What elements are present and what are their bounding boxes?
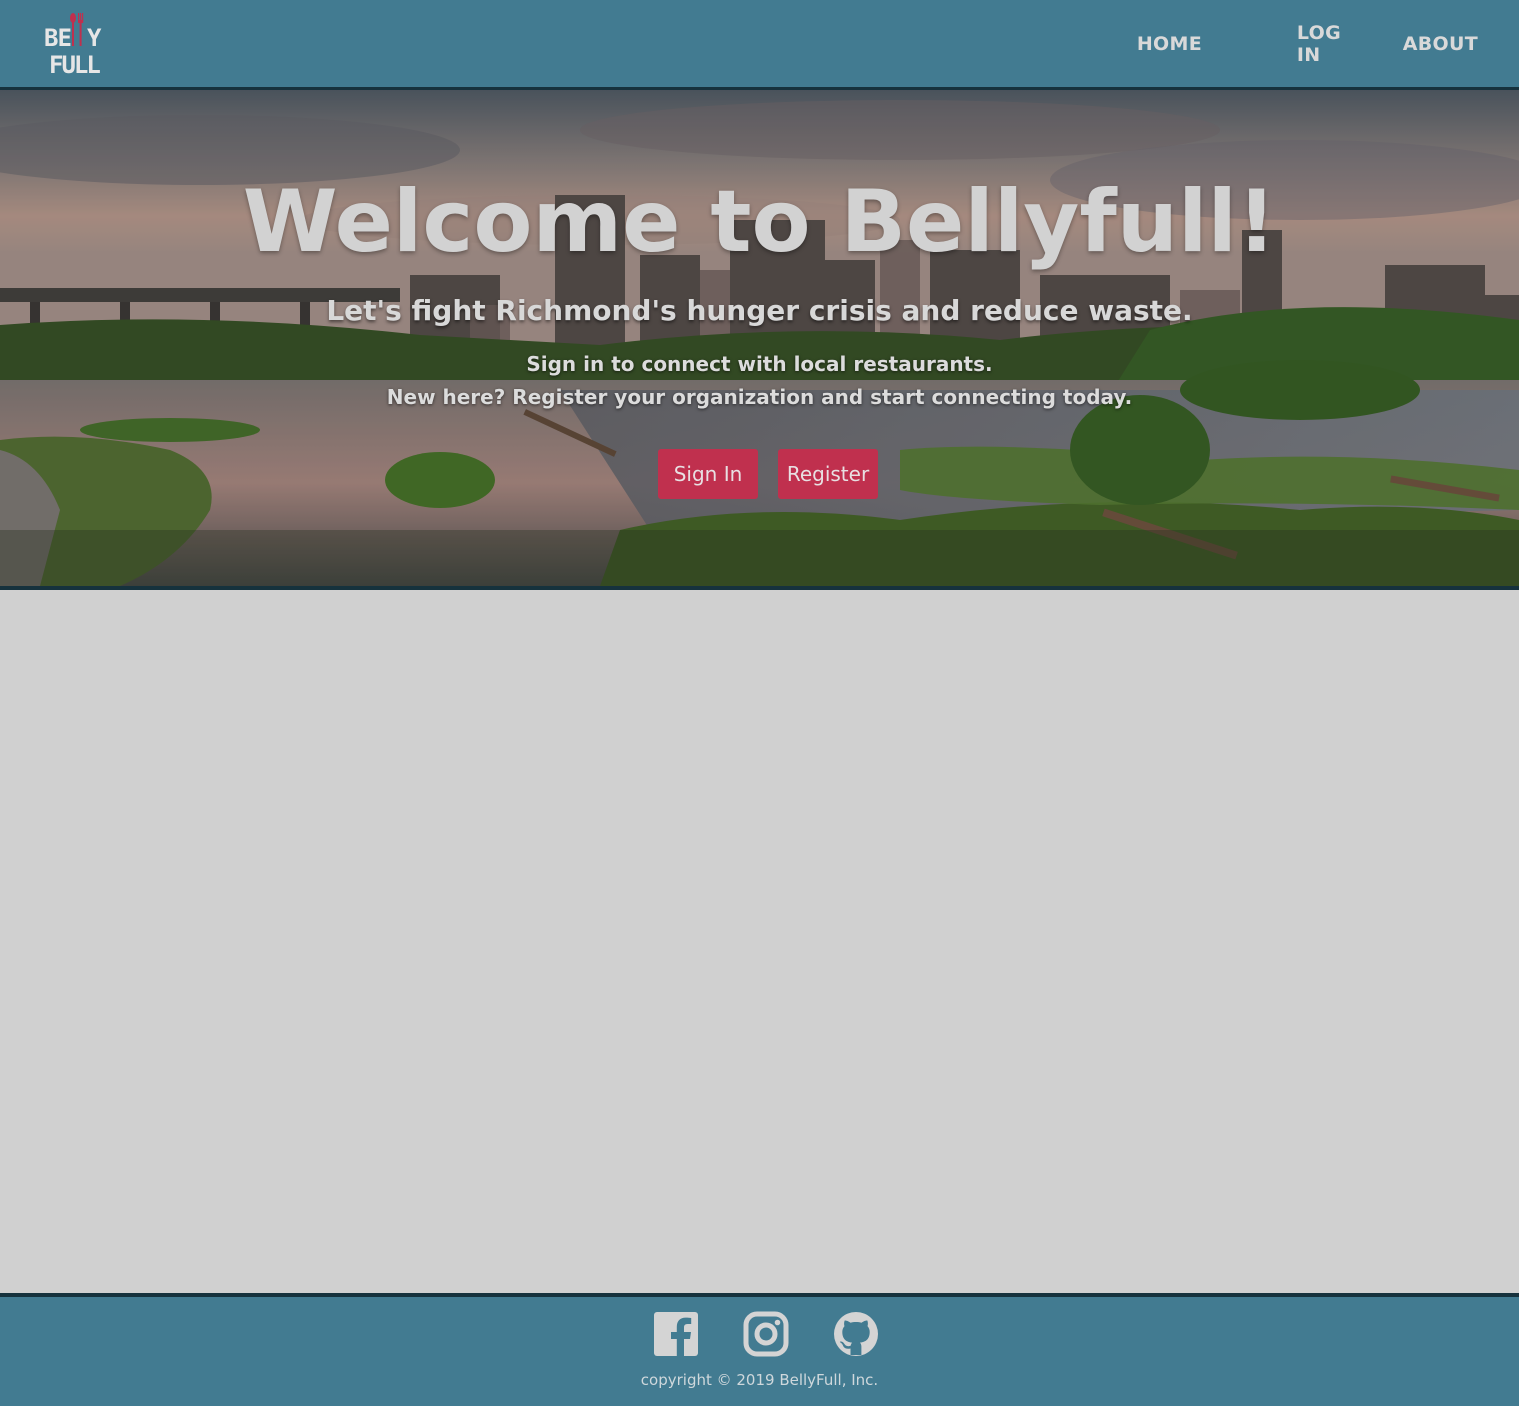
hero-section: Welcome to Bellyfull! Let's fight Richmo… [0, 90, 1519, 590]
copyright-text: copyright © 2019 BellyFull, Inc. [640, 1371, 879, 1389]
main-content-area [0, 590, 1519, 1293]
hero-overlay [0, 90, 1519, 586]
nav-home-link[interactable]: HOME [1137, 33, 1202, 55]
svg-text:FULL: FULL [49, 51, 100, 78]
register-button[interactable]: Register [778, 449, 878, 499]
navbar: BE Y FULL HOME LOG IN ABOUT [0, 0, 1519, 90]
instagram-icon[interactable] [743, 1311, 789, 1357]
nav-about-link[interactable]: ABOUT [1403, 33, 1478, 55]
sign-in-button[interactable]: Sign In [658, 449, 758, 499]
footer: copyright © 2019 BellyFull, Inc. [0, 1293, 1519, 1406]
nav-login-link[interactable]: LOG IN [1297, 22, 1341, 66]
hero-subtitle: Let's fight Richmond's hunger crisis and… [326, 294, 1193, 327]
svg-text:Y: Y [87, 24, 102, 52]
facebook-icon[interactable] [653, 1311, 699, 1357]
hero-signin-text: Sign in to connect with local restaurant… [526, 352, 993, 376]
github-icon[interactable] [833, 1311, 879, 1357]
hero-register-text: New here? Register your organization and… [386, 385, 1133, 409]
svg-text:BE: BE [44, 24, 71, 52]
bellyfull-logo[interactable]: BE Y FULL [38, 10, 104, 78]
hero-title: Welcome to Bellyfull! [242, 172, 1277, 272]
